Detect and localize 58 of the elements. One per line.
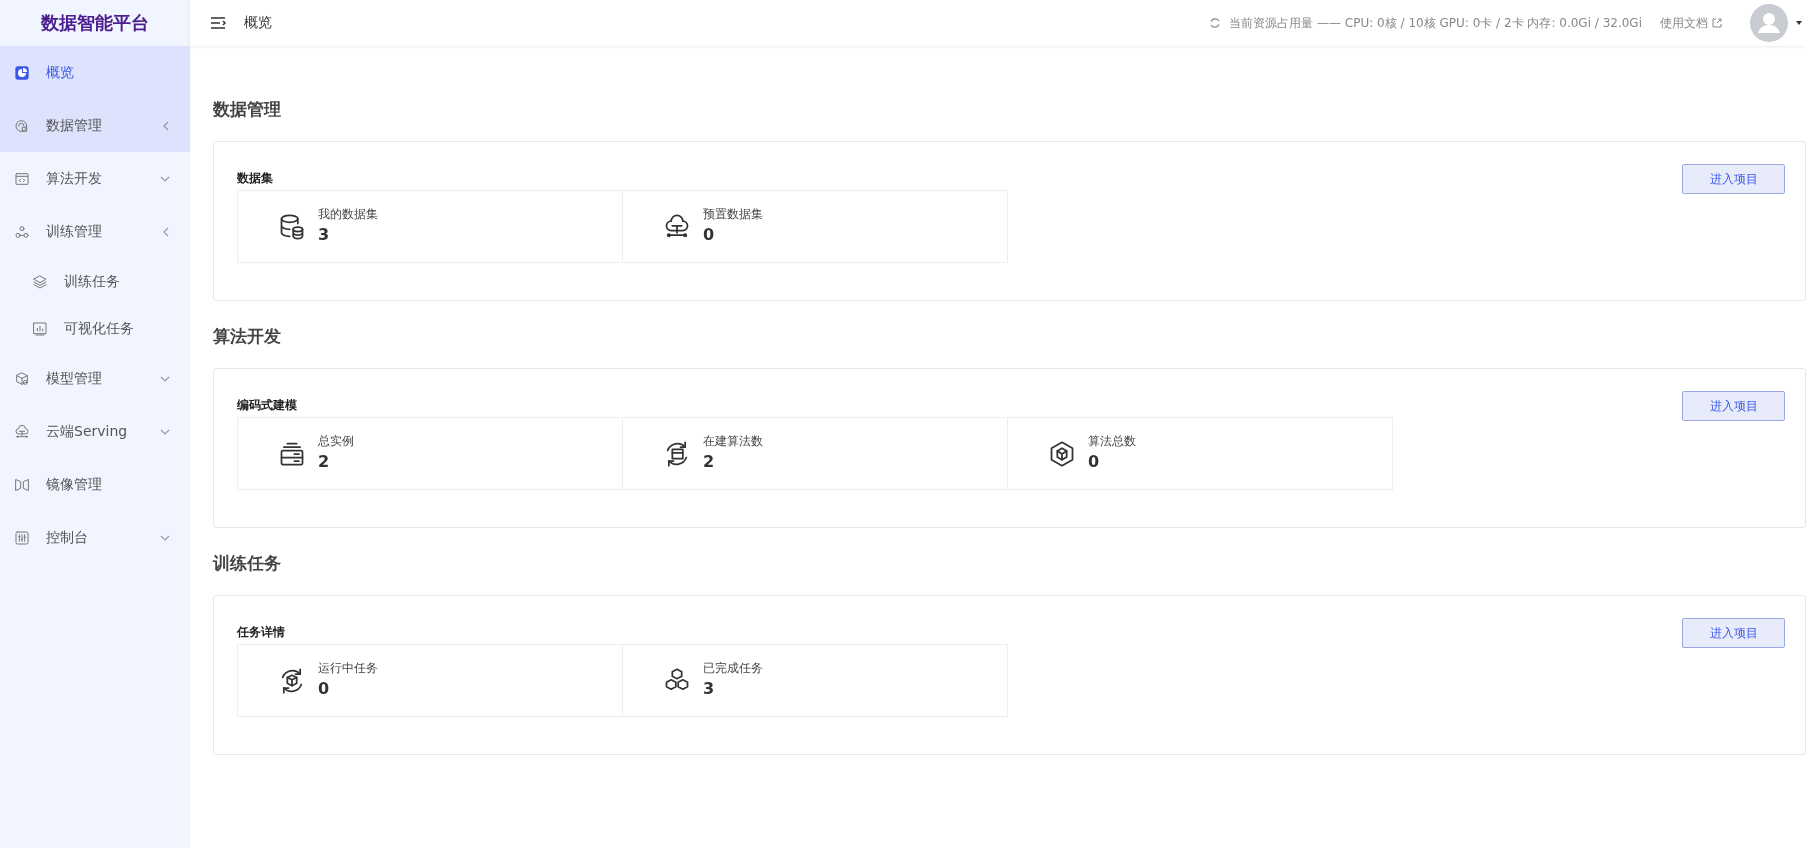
external-link-icon xyxy=(1712,18,1722,28)
hexagon-cube-icon xyxy=(1048,439,1076,468)
stat-label: 我的数据集 xyxy=(318,205,378,223)
caret-icon[interactable] xyxy=(1796,21,1802,25)
card-title: 数据集 xyxy=(237,170,273,187)
layers-icon xyxy=(32,273,48,290)
docs-link[interactable]: 使用文档 xyxy=(1660,14,1722,32)
database-icon xyxy=(278,212,306,241)
sidebar-item[interactable]: 训练管理 xyxy=(0,205,190,258)
enter-project-button[interactable]: 进入项目 xyxy=(1682,391,1785,421)
card-title: 任务详情 xyxy=(237,624,285,641)
stat-value: 2 xyxy=(703,451,716,471)
sidebar-item[interactable]: 模型管理 xyxy=(0,352,190,405)
stat-value: 3 xyxy=(318,224,331,244)
sidebar-item[interactable]: 概览 xyxy=(0,46,190,99)
card-title: 编码式建模 xyxy=(237,397,297,414)
stat-value: 3 xyxy=(703,678,716,698)
chevron-down-icon xyxy=(160,174,170,183)
refresh-icon[interactable] xyxy=(1209,17,1222,29)
sidebar-item[interactable]: 控制台 xyxy=(0,511,190,564)
chevron-down-icon xyxy=(160,533,170,542)
cube-icon xyxy=(14,370,30,387)
sliders-icon xyxy=(14,529,30,546)
stat-value: 2 xyxy=(318,451,331,471)
stat-label: 总实例 xyxy=(318,432,354,450)
sidebar-item[interactable]: 云端Serving xyxy=(0,405,190,458)
stat-value: 0 xyxy=(703,224,716,244)
section-title: 算法开发 xyxy=(213,325,282,348)
pie-chart-icon xyxy=(14,64,30,81)
section-title: 数据管理 xyxy=(213,98,282,121)
stat-label: 预置数据集 xyxy=(703,205,763,223)
stat-label: 在建算法数 xyxy=(703,432,763,450)
sidebar-item[interactable]: 算法开发 xyxy=(0,152,190,205)
sidebar-subitem[interactable]: 可视化任务 xyxy=(0,305,190,352)
mirror-icon xyxy=(14,476,30,493)
enter-project-button[interactable]: 进入项目 xyxy=(1682,164,1785,194)
sidebar-item[interactable]: 数据管理 xyxy=(0,99,190,152)
stat-label: 算法总数 xyxy=(1088,432,1136,450)
cloud-icon xyxy=(14,423,30,440)
stat-label: 运行中任务 xyxy=(318,659,378,677)
stat-label: 已完成任务 xyxy=(703,659,763,677)
section-title: 训练任务 xyxy=(213,552,282,575)
page-title: 概览 xyxy=(244,14,272,32)
chevron-left-icon xyxy=(162,226,170,237)
menu-icon[interactable] xyxy=(210,16,226,30)
bar-chart-icon xyxy=(32,320,48,337)
stat-value: 0 xyxy=(1088,451,1101,471)
nodes-icon xyxy=(14,223,30,240)
chevron-left-icon xyxy=(162,120,170,131)
sidebar-subitem[interactable]: 训练任务 xyxy=(0,258,190,305)
chevron-down-icon xyxy=(160,427,170,436)
sidebar-item[interactable]: 镜像管理 xyxy=(0,458,190,511)
code-window-icon xyxy=(14,170,30,187)
enter-project-button[interactable]: 进入项目 xyxy=(1682,618,1785,648)
brand-title: 数据智能平台 xyxy=(40,11,150,35)
chevron-down-icon xyxy=(160,374,170,383)
stat-value: 0 xyxy=(318,678,331,698)
resource-usage-text: 当前资源占用量 —— CPU: 0核 / 10核 GPU: 0卡 / 2卡 内存: 0.0Gi / 32.0Gi xyxy=(1229,14,1642,32)
